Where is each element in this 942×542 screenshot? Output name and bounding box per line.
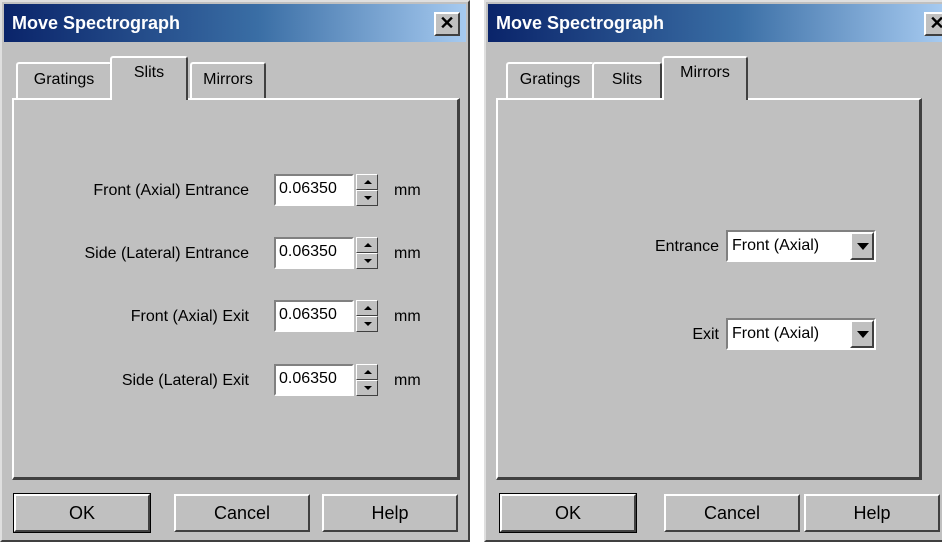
side-lateral-exit-input[interactable]: 0.06350 [274, 364, 354, 396]
spin-down-button[interactable] [356, 190, 378, 206]
tab-gratings-label: Gratings [33, 71, 95, 88]
front-axial-exit-input[interactable]: 0.06350 [274, 300, 354, 332]
front-axial-entrance-input[interactable]: 0.06350 [274, 174, 354, 206]
tab-mirrors[interactable]: Mirrors [662, 56, 748, 100]
arrow-up-icon [364, 370, 372, 374]
entrance-select[interactable]: Front (Axial) [726, 230, 876, 262]
dialog-title: Move Spectrograph [12, 13, 181, 33]
unit-label: mm [394, 245, 421, 262]
ok-button[interactable]: OK [13, 493, 151, 533]
tab-gratings[interactable]: Gratings [506, 62, 594, 98]
chevron-down-icon [857, 243, 869, 250]
side-lateral-exit-spinner [356, 364, 378, 396]
arrow-up-icon [364, 180, 372, 184]
arrow-up-icon [364, 306, 372, 310]
cancel-button[interactable]: Cancel [174, 494, 310, 532]
front-axial-entrance-label: Front (Axial) Entrance [93, 182, 249, 199]
tab-mirrors-label: Mirrors [680, 64, 730, 81]
arrow-up-icon [364, 243, 372, 247]
close-icon: ✕ [439, 13, 455, 33]
dropdown-button[interactable] [850, 232, 874, 260]
exit-select[interactable]: Front (Axial) [726, 318, 876, 350]
exit-select-value: Front (Axial) [732, 325, 820, 342]
exit-label: Exit [692, 326, 719, 343]
front-axial-entrance-spinner [356, 174, 378, 206]
side-lateral-exit-label: Side (Lateral) Exit [121, 372, 249, 389]
side-lateral-entrance-label: Side (Lateral) Entrance [84, 245, 249, 262]
move-spectrograph-dialog-slits: Move Spectrograph ✕ Gratings Slits Mirro… [0, 0, 470, 542]
entrance-label: Entrance [654, 238, 719, 255]
cancel-button[interactable]: Cancel [664, 494, 800, 532]
tab-slits[interactable]: Slits [110, 56, 188, 100]
tab-slits-label: Slits [133, 64, 165, 81]
close-icon: ✕ [929, 13, 942, 33]
close-button[interactable]: ✕ [924, 12, 942, 36]
unit-label: mm [394, 372, 421, 389]
tab-slits-label: Slits [611, 71, 643, 88]
side-lateral-entrance-spinner [356, 237, 378, 269]
tab-mirrors[interactable]: Mirrors [190, 62, 266, 98]
entrance-select-value: Front (Axial) [732, 237, 820, 254]
spin-down-button[interactable] [356, 316, 378, 332]
spin-up-button[interactable] [356, 300, 378, 316]
spin-up-button[interactable] [356, 174, 378, 190]
dialog-title: Move Spectrograph [496, 13, 665, 33]
ok-button[interactable]: OK [499, 493, 637, 533]
title-bar[interactable]: Move Spectrograph ✕ [4, 4, 466, 42]
spin-down-button[interactable] [356, 253, 378, 269]
spin-up-button[interactable] [356, 364, 378, 380]
arrow-down-icon [364, 386, 372, 390]
arrow-down-icon [364, 196, 372, 200]
front-axial-exit-spinner [356, 300, 378, 332]
close-button[interactable]: ✕ [434, 12, 460, 36]
arrow-down-icon [364, 322, 372, 326]
arrow-down-icon [364, 259, 372, 263]
unit-label: mm [394, 308, 421, 325]
help-button[interactable]: Help [804, 494, 940, 532]
tab-gratings[interactable]: Gratings [16, 62, 112, 98]
dropdown-button[interactable] [850, 320, 874, 348]
mirrors-panel: Entrance Front (Axial) Exit Front (Axial… [496, 98, 922, 480]
move-spectrograph-dialog-mirrors: Move Spectrograph ✕ Gratings Slits Mirro… [484, 0, 942, 542]
slits-panel: Front (Axial) Entrance 0.06350 mm Side (… [12, 98, 460, 480]
side-lateral-entrance-input[interactable]: 0.06350 [274, 237, 354, 269]
tab-gratings-label: Gratings [519, 71, 581, 88]
spin-down-button[interactable] [356, 380, 378, 396]
front-axial-exit-label: Front (Axial) Exit [130, 308, 249, 325]
chevron-down-icon [857, 331, 869, 338]
unit-label: mm [394, 182, 421, 199]
spin-up-button[interactable] [356, 237, 378, 253]
tab-slits[interactable]: Slits [592, 62, 662, 98]
tab-mirrors-label: Mirrors [203, 71, 253, 88]
help-button[interactable]: Help [322, 494, 458, 532]
title-bar[interactable]: Move Spectrograph ✕ [488, 4, 942, 42]
